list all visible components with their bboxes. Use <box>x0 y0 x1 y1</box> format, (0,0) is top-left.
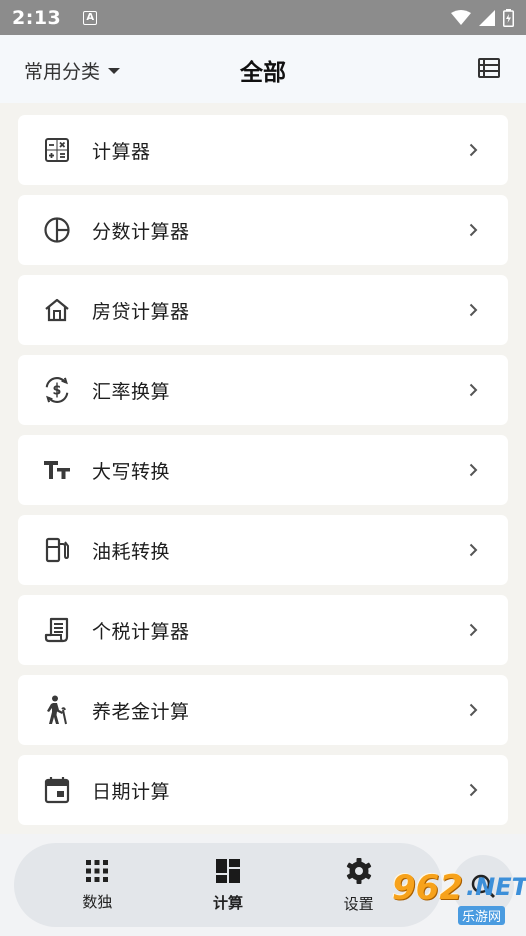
caret-down-icon <box>108 68 121 74</box>
gear-icon <box>346 857 371 884</box>
list-item-currency-exchange[interactable]: S 汇率换算 <box>18 355 508 425</box>
chevron-right-icon <box>469 463 478 477</box>
list-item-fuel-conversion[interactable]: 油耗转换 <box>18 515 508 585</box>
dashboard-icon <box>215 858 240 883</box>
wifi-icon <box>451 9 471 25</box>
chevron-right-icon <box>469 623 478 637</box>
tab-sudoku[interactable]: 数独 <box>52 859 142 912</box>
watermark-number: 962 <box>392 868 463 908</box>
item-label: 油耗转换 <box>92 540 171 563</box>
grid-dots-icon <box>86 859 109 882</box>
item-label: 计算器 <box>92 140 151 163</box>
tab-label: 计算 <box>212 893 243 912</box>
list-view-icon[interactable] <box>478 58 500 78</box>
pie-chart-icon <box>43 216 71 244</box>
item-label: 房贷计算器 <box>92 300 190 323</box>
chevron-right-icon <box>469 783 478 797</box>
item-label: 个税计算器 <box>92 620 190 643</box>
chevron-right-icon <box>469 223 478 237</box>
tab-label: 数独 <box>82 892 113 911</box>
category-dropdown[interactable]: 常用分类 <box>24 57 121 84</box>
app-header: 常用分类 全部 <box>0 35 526 103</box>
chevron-right-icon <box>469 543 478 557</box>
chevron-right-icon <box>469 143 478 157</box>
watermark: 962 .NET 乐游网 <box>388 868 526 926</box>
list-item-fraction-calculator[interactable]: 分数计算器 <box>18 195 508 265</box>
status-bar: 2:13 A <box>0 0 526 35</box>
house-icon <box>43 296 71 324</box>
battery-icon <box>503 8 514 27</box>
status-icons <box>451 8 514 27</box>
chevron-right-icon <box>469 383 478 397</box>
item-label: 大写转换 <box>92 460 171 483</box>
fuel-station-icon <box>43 536 71 564</box>
item-label: 养老金计算 <box>92 700 190 723</box>
receipt-icon <box>43 616 71 644</box>
list-item-date-calculator[interactable]: 日期计算 <box>18 755 508 825</box>
item-label: 日期计算 <box>92 780 171 803</box>
watermark-site: 乐游网 <box>458 906 506 925</box>
item-label: 汇率换算 <box>92 380 171 403</box>
bottom-nav: 数独 计算 设置 <box>14 843 442 927</box>
elderly-walking-icon <box>43 695 71 725</box>
tool-list: 计算器 分数计算器 房贷计算器 汇率换算 大写转换 油耗转换 个税计算器 养老金… <box>18 115 508 835</box>
item-label: 分数计算器 <box>92 220 190 243</box>
calendar-icon <box>43 776 71 804</box>
tab-label: 设置 <box>343 894 374 913</box>
category-label: 常用分类 <box>24 61 101 83</box>
list-item-calculator[interactable]: 计算器 <box>18 115 508 185</box>
tab-calculate[interactable]: 计算 <box>183 858 273 913</box>
chevron-right-icon <box>469 303 478 317</box>
status-time: 2:13 <box>12 6 62 29</box>
text-size-icon <box>43 456 71 484</box>
watermark-suffix: .NET <box>466 873 526 901</box>
currency-exchange-icon: S <box>43 376 71 404</box>
list-item-pension-calculator[interactable]: 养老金计算 <box>18 675 508 745</box>
signal-icon <box>479 9 495 26</box>
calculator-icon <box>43 136 71 164</box>
chevron-right-icon <box>469 703 478 717</box>
list-item-mortgage-calculator[interactable]: 房贷计算器 <box>18 275 508 345</box>
list-item-uppercase-conversion[interactable]: 大写转换 <box>18 435 508 505</box>
list-item-income-tax-calculator[interactable]: 个税计算器 <box>18 595 508 665</box>
notification-icon: A <box>83 10 98 25</box>
